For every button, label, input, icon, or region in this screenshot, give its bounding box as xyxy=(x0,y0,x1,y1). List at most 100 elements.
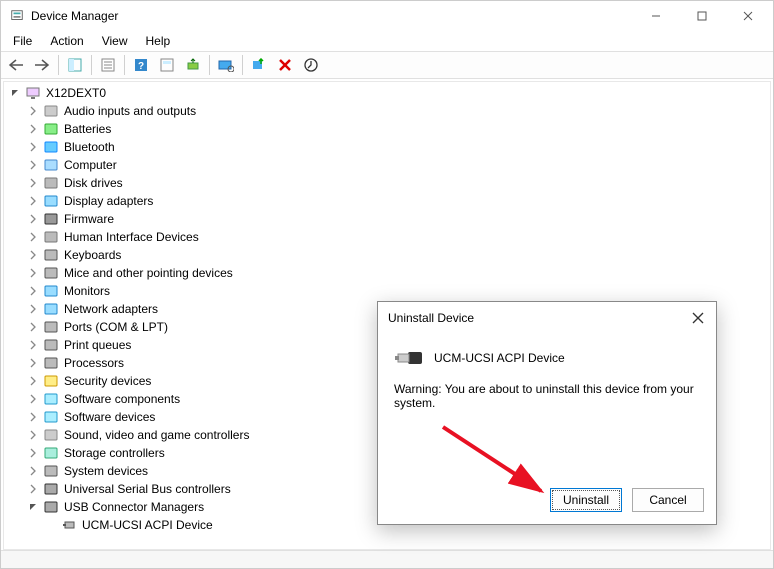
expand-icon[interactable] xyxy=(26,266,40,280)
category-label: Batteries xyxy=(62,122,113,136)
dialog-device-name: UCM-UCSI ACPI Device xyxy=(434,351,565,365)
titlebar: Device Manager xyxy=(1,1,773,31)
category-label: Sound, video and game controllers xyxy=(62,428,251,442)
category-label: USB Connector Managers xyxy=(62,500,206,514)
tree-category[interactable]: Bluetooth xyxy=(8,138,766,156)
category-icon xyxy=(43,175,59,191)
uninstall-dialog: Uninstall Device UCM-UCSI ACPI Device Wa… xyxy=(377,301,717,525)
collapse-icon[interactable] xyxy=(26,500,40,514)
category-label: Software components xyxy=(62,392,182,406)
expand-icon[interactable] xyxy=(26,410,40,424)
category-label: Security devices xyxy=(62,374,153,388)
enable-device-button[interactable] xyxy=(247,53,271,77)
tree-category[interactable]: Monitors xyxy=(8,282,766,300)
tree-category[interactable]: Audio inputs and outputs xyxy=(8,102,766,120)
category-label: Display adapters xyxy=(62,194,155,208)
close-button[interactable] xyxy=(725,1,771,31)
tree-category[interactable]: Batteries xyxy=(8,120,766,138)
expand-icon[interactable] xyxy=(26,212,40,226)
category-icon xyxy=(43,463,59,479)
expand-icon[interactable] xyxy=(26,356,40,370)
tree-category[interactable]: Computer xyxy=(8,156,766,174)
category-icon xyxy=(43,157,59,173)
category-label: Human Interface Devices xyxy=(62,230,201,244)
category-icon xyxy=(43,355,59,371)
tree-category[interactable]: Mice and other pointing devices xyxy=(8,264,766,282)
tree-root-label: X12DEXT0 xyxy=(44,86,108,100)
expand-icon[interactable] xyxy=(26,176,40,190)
window-controls xyxy=(633,1,771,31)
app-icon xyxy=(9,8,25,24)
menubar: File Action View Help xyxy=(1,31,773,51)
category-icon xyxy=(43,427,59,443)
expand-icon[interactable] xyxy=(26,158,40,172)
expand-icon[interactable] xyxy=(26,464,40,478)
device-label: UCM-UCSI ACPI Device xyxy=(80,518,215,532)
dialog-warning-text: Warning: You are about to uninstall this… xyxy=(394,382,702,410)
tree-category[interactable]: Keyboards xyxy=(8,246,766,264)
category-label: Ports (COM & LPT) xyxy=(62,320,170,334)
category-icon xyxy=(43,121,59,137)
expand-icon[interactable] xyxy=(26,428,40,442)
category-label: Storage controllers xyxy=(62,446,167,460)
category-icon xyxy=(43,481,59,497)
expand-icon[interactable] xyxy=(26,302,40,316)
expand-icon[interactable] xyxy=(26,320,40,334)
cancel-button[interactable]: Cancel xyxy=(632,488,704,512)
show-hide-tree-button[interactable] xyxy=(63,53,87,77)
category-icon xyxy=(43,103,59,119)
minimize-button[interactable] xyxy=(633,1,679,31)
category-label: Bluetooth xyxy=(62,140,117,154)
statusbar xyxy=(1,550,773,568)
help-button[interactable]: ? xyxy=(129,53,153,77)
expand-icon[interactable] xyxy=(26,122,40,136)
menu-help[interactable]: Help xyxy=(138,32,179,50)
maximize-button[interactable] xyxy=(679,1,725,31)
disable-device-button[interactable] xyxy=(299,53,323,77)
dialog-close-button[interactable] xyxy=(684,304,712,332)
expand-icon[interactable] xyxy=(26,140,40,154)
uninstall-device-button[interactable] xyxy=(273,53,297,77)
category-label: Keyboards xyxy=(62,248,123,262)
back-button[interactable] xyxy=(4,53,28,77)
category-label: System devices xyxy=(62,464,150,478)
tree-category[interactable]: Firmware xyxy=(8,210,766,228)
expand-icon[interactable] xyxy=(26,248,40,262)
expand-icon[interactable] xyxy=(26,374,40,388)
tree-category[interactable]: Disk drives xyxy=(8,174,766,192)
category-label: Print queues xyxy=(62,338,133,352)
scan-hardware-button[interactable] xyxy=(214,53,238,77)
tree-category[interactable]: Display adapters xyxy=(8,192,766,210)
category-icon xyxy=(43,337,59,353)
category-label: Monitors xyxy=(62,284,112,298)
uninstall-button[interactable]: Uninstall xyxy=(550,488,622,512)
category-label: Computer xyxy=(62,158,119,172)
options-button[interactable] xyxy=(155,53,179,77)
forward-button[interactable] xyxy=(30,53,54,77)
expand-icon[interactable] xyxy=(26,284,40,298)
menu-action[interactable]: Action xyxy=(42,32,91,50)
properties-button[interactable] xyxy=(96,53,120,77)
category-icon xyxy=(43,211,59,227)
window-title: Device Manager xyxy=(31,9,633,23)
computer-icon xyxy=(25,85,41,101)
update-driver-button[interactable] xyxy=(181,53,205,77)
category-icon xyxy=(43,319,59,335)
usb-connector-icon xyxy=(394,348,424,368)
menu-view[interactable]: View xyxy=(94,32,136,50)
dialog-title: Uninstall Device xyxy=(378,302,716,334)
expand-icon[interactable] xyxy=(26,104,40,118)
tree-root[interactable]: X12DEXT0 xyxy=(8,84,766,102)
expand-icon[interactable] xyxy=(26,230,40,244)
category-label: Firmware xyxy=(62,212,116,226)
tree-category[interactable]: Human Interface Devices xyxy=(8,228,766,246)
expand-icon[interactable] xyxy=(26,446,40,460)
category-icon xyxy=(43,499,59,515)
expand-icon[interactable] xyxy=(26,482,40,496)
category-icon xyxy=(43,301,59,317)
expand-icon[interactable] xyxy=(26,338,40,352)
menu-file[interactable]: File xyxy=(5,32,40,50)
expand-icon[interactable] xyxy=(26,194,40,208)
collapse-icon[interactable] xyxy=(8,86,22,100)
expand-icon[interactable] xyxy=(26,392,40,406)
